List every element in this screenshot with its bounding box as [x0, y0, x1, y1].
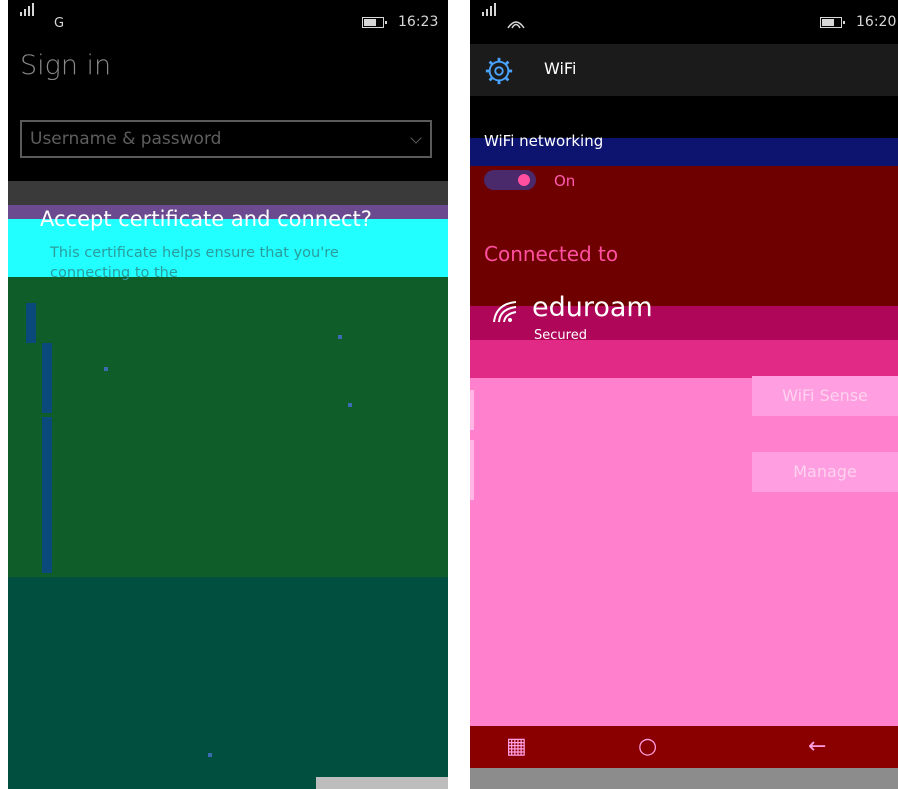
credential-type-select[interactable]: Username & password — [20, 120, 432, 158]
connected-label: Connected to — [484, 242, 619, 266]
clock: 16:20 — [856, 14, 897, 30]
page-title: Sign in — [20, 50, 112, 81]
dialog-message: This certificate helps ensure that you'r… — [50, 245, 339, 281]
dialog-action-button[interactable] — [316, 777, 448, 789]
left-phone-screen: G 16:23 Sign in Username & password Acce… — [8, 0, 448, 789]
credential-type-value: Username & password — [30, 129, 222, 149]
page-header: WiFi — [470, 44, 898, 96]
clock: 16:23 — [398, 14, 439, 30]
certificate-dialog: Accept certificate and connect? This cer… — [8, 181, 448, 789]
back-icon[interactable]: ← — [808, 734, 826, 759]
status-bar: G 16:23 — [8, 0, 448, 44]
gear-icon — [485, 57, 513, 85]
network-status: Secured — [534, 328, 587, 343]
page-title: WiFi — [544, 59, 577, 78]
battery-icon — [820, 17, 845, 28]
chevron-down-icon — [410, 132, 422, 144]
right-phone-screen: 16:20 WiFi WiFi networking On Connected … — [470, 0, 898, 789]
network-name: eduroam — [532, 292, 653, 323]
wifi-status-icon — [507, 21, 525, 29]
navigation-bar: ▦ ○ ← — [470, 726, 898, 768]
battery-icon — [362, 17, 387, 28]
network-type: G — [54, 16, 65, 31]
wifi-icon — [493, 301, 517, 323]
wifi-toggle[interactable] — [484, 170, 536, 190]
status-bar: 16:20 — [470, 0, 898, 44]
section-label: WiFi networking — [484, 132, 604, 150]
wifi-toggle-state: On — [554, 172, 576, 190]
search-icon[interactable]: ○ — [638, 734, 657, 759]
windows-icon[interactable]: ▦ — [506, 734, 527, 759]
dialog-title: Accept certificate and connect? — [40, 207, 372, 231]
wifi-sense-button[interactable]: WiFi Sense — [752, 376, 898, 416]
manage-button[interactable]: Manage — [752, 452, 898, 492]
